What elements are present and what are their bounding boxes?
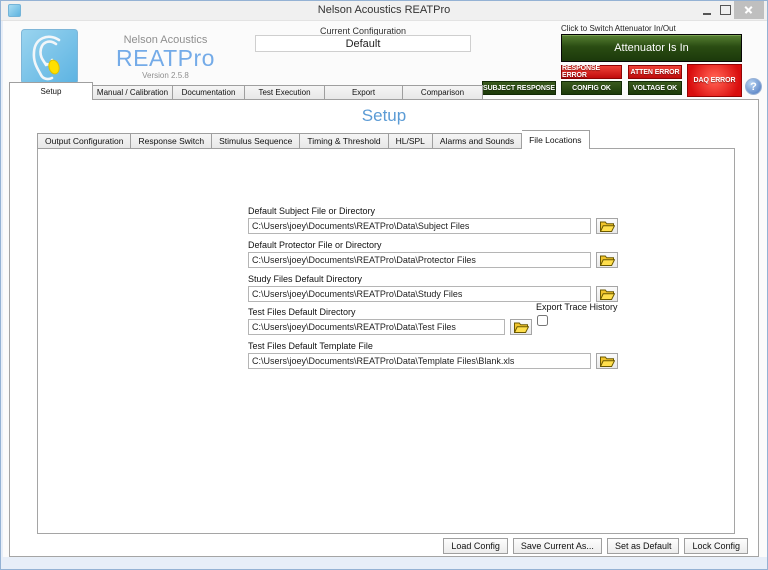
setup-sub-tab-bar: Output Configuration Response Switch Sti… bbox=[37, 130, 590, 149]
app-body: Nelson Acoustics REATPro Version 2.5.8 C… bbox=[3, 21, 767, 557]
tab-documentation[interactable]: Documentation bbox=[173, 85, 245, 100]
attenuator-toggle-button[interactable]: Attenuator Is In bbox=[561, 34, 742, 62]
tab-export[interactable]: Export bbox=[325, 85, 403, 100]
field-default-protector: Default Protector File or Directory bbox=[248, 240, 618, 268]
titlebar: Nelson Acoustics REATPro bbox=[1, 1, 767, 21]
page-title: Setup bbox=[361, 106, 407, 125]
lock-config-button[interactable]: Lock Config bbox=[684, 538, 748, 554]
subtab-stimulus-sequence[interactable]: Stimulus Sequence bbox=[212, 133, 301, 149]
version-label: Version 2.5.8 bbox=[142, 71, 189, 80]
set-as-default-button[interactable]: Set as Default bbox=[606, 538, 680, 554]
open-folder-icon bbox=[513, 322, 529, 333]
browse-test-files-button[interactable] bbox=[510, 319, 532, 335]
open-folder-icon bbox=[599, 221, 615, 232]
setup-panel: Setup Output Configuration Response Swit… bbox=[9, 99, 759, 557]
load-config-button[interactable]: Load Config bbox=[443, 538, 508, 554]
subtab-hl-spl[interactable]: HL/SPL bbox=[388, 133, 433, 149]
export-trace-group: Export Trace History bbox=[536, 302, 618, 331]
tab-manual-calibration[interactable]: Manual / Calibration bbox=[93, 85, 173, 100]
tab-setup[interactable]: Setup bbox=[9, 82, 93, 100]
test-files-template-input[interactable] bbox=[248, 353, 591, 369]
field-label: Study Files Default Directory bbox=[248, 274, 363, 284]
tab-test-execution[interactable]: Test Execution bbox=[245, 85, 325, 100]
window-controls bbox=[698, 1, 764, 20]
open-folder-icon bbox=[599, 255, 615, 266]
field-template-file: Test Files Default Template File bbox=[248, 341, 618, 369]
field-label: Test Files Default Template File bbox=[248, 341, 373, 351]
subtab-file-locations[interactable]: File Locations bbox=[522, 130, 590, 149]
product-name: REATPro bbox=[116, 45, 215, 71]
minimize-icon bbox=[703, 13, 711, 15]
export-trace-checkbox[interactable] bbox=[537, 315, 548, 326]
browse-study-files-button[interactable] bbox=[596, 286, 618, 302]
maximize-button[interactable] bbox=[716, 1, 734, 19]
response-error-badge: RESPONSE ERROR bbox=[561, 65, 622, 79]
field-test-files-directory: Test Files Default Directory bbox=[248, 307, 532, 335]
minimize-button[interactable] bbox=[698, 1, 716, 19]
field-label: Default Subject File or Directory bbox=[248, 206, 376, 216]
brand-block: Nelson Acoustics REATPro Version 2.5.8 bbox=[93, 34, 238, 80]
window-title: Nelson Acoustics REATPro bbox=[317, 4, 451, 16]
browse-template-file-button[interactable] bbox=[596, 353, 618, 369]
config-footer-buttons: Load Config Save Current As... Set as De… bbox=[443, 538, 748, 554]
field-study-files: Study Files Default Directory bbox=[248, 274, 618, 302]
main-tab-bar: Setup Manual / Calibration Documentation… bbox=[9, 82, 483, 100]
ear-logo bbox=[21, 29, 78, 84]
app-window: Nelson Acoustics REATPro Nelson Acoustic… bbox=[0, 0, 768, 570]
default-subject-file-input[interactable] bbox=[248, 218, 591, 234]
study-files-directory-input[interactable] bbox=[248, 286, 591, 302]
current-configuration-value[interactable] bbox=[255, 35, 471, 52]
open-folder-icon bbox=[599, 356, 615, 367]
subtab-timing-threshold[interactable]: Timing & Threshold bbox=[300, 133, 389, 149]
subtab-alarms-and-sounds[interactable]: Alarms and Sounds bbox=[432, 133, 523, 149]
field-default-subject: Default Subject File or Directory bbox=[248, 206, 618, 234]
maximize-icon bbox=[720, 5, 731, 15]
voltage-ok-badge: VOLTAGE OK bbox=[628, 81, 682, 95]
close-button[interactable] bbox=[734, 1, 764, 19]
config-ok-badge: CONFIG OK bbox=[561, 81, 622, 95]
tab-comparison[interactable]: Comparison bbox=[403, 85, 483, 100]
subject-response-badge: SUBJECT RESPONSE bbox=[482, 81, 556, 95]
save-current-as-button[interactable]: Save Current As... bbox=[512, 538, 602, 554]
subtab-response-switch[interactable]: Response Switch bbox=[131, 133, 213, 149]
daq-error-badge: DAQ ERROR bbox=[687, 64, 742, 97]
export-trace-label: Export Trace History bbox=[536, 302, 618, 312]
field-label: Test Files Default Directory bbox=[248, 307, 356, 317]
test-files-directory-input[interactable] bbox=[248, 319, 505, 335]
help-icon[interactable]: ? bbox=[745, 78, 762, 95]
subtab-output-configuration[interactable]: Output Configuration bbox=[37, 133, 132, 149]
atten-error-badge: ATTEN ERROR bbox=[628, 65, 682, 79]
browse-subject-files-button[interactable] bbox=[596, 218, 618, 234]
browse-protector-files-button[interactable] bbox=[596, 252, 618, 268]
file-locations-panel: Default Subject File or Directory Defaul… bbox=[37, 148, 735, 534]
open-folder-icon bbox=[599, 289, 615, 300]
default-protector-file-input[interactable] bbox=[248, 252, 591, 268]
field-label: Default Protector File or Directory bbox=[248, 240, 382, 250]
attenuator-caption: Click to Switch Attenuator In/Out bbox=[561, 24, 676, 33]
